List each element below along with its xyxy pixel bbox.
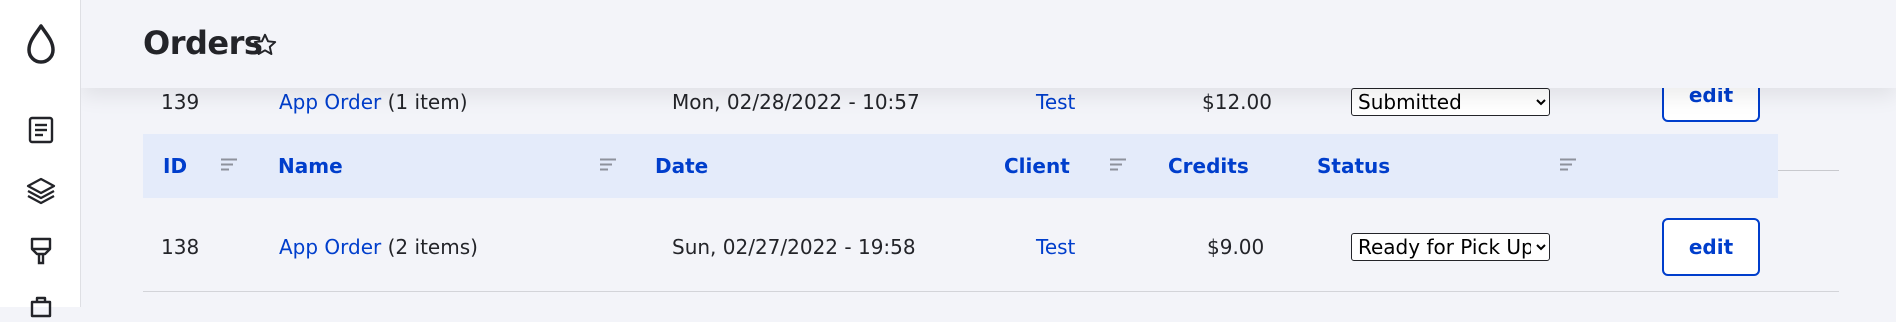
- edit-button[interactable]: edit: [1662, 217, 1760, 276]
- order-credits: $9.00: [1207, 234, 1265, 259]
- table-header: ID Name Date Client Credits Status: [143, 134, 1778, 198]
- column-header-status[interactable]: Status: [1317, 154, 1390, 178]
- sort-icon[interactable]: [1109, 157, 1127, 176]
- column-header-date[interactable]: Date: [655, 154, 708, 178]
- client-link[interactable]: Test: [1036, 235, 1075, 259]
- status-select[interactable]: Submitted: [1351, 88, 1550, 116]
- order-name: App Order (1 item): [279, 90, 468, 114]
- column-header-id[interactable]: ID: [163, 154, 187, 178]
- column-header-client[interactable]: Client: [1004, 154, 1070, 178]
- order-link[interactable]: App Order: [279, 90, 381, 114]
- order-item-count: (1 item): [381, 90, 468, 114]
- extend-icon[interactable]: [25, 292, 57, 322]
- column-header-credits[interactable]: Credits: [1168, 154, 1249, 178]
- structure-icon[interactable]: [24, 174, 58, 208]
- order-date: Mon, 02/28/2022 - 10:57: [672, 90, 920, 114]
- sort-icon[interactable]: [1559, 157, 1577, 176]
- page-header: Orders: [81, 0, 1896, 88]
- sort-icon[interactable]: [220, 157, 238, 176]
- order-id: 138: [161, 234, 200, 259]
- client-link[interactable]: Test: [1036, 90, 1075, 114]
- sort-icon[interactable]: [599, 157, 617, 176]
- drupal-drop-icon[interactable]: [21, 20, 61, 70]
- status-select[interactable]: Ready for Pick Up: [1351, 232, 1550, 261]
- order-date: Sun, 02/27/2022 - 19:58: [672, 234, 916, 259]
- table-row: 138 App Order (2 items) Sun, 02/27/2022 …: [143, 202, 1839, 292]
- divider: [1778, 170, 1839, 171]
- admin-toolbar: [0, 0, 81, 318]
- order-id: 139: [161, 90, 200, 114]
- order-item-count: (2 items): [381, 234, 478, 259]
- content-icon[interactable]: [25, 114, 57, 146]
- page-title: Orders: [143, 24, 263, 62]
- star-icon[interactable]: [252, 32, 278, 62]
- order-name: App Order (2 items): [279, 235, 478, 259]
- column-header-name[interactable]: Name: [278, 154, 343, 178]
- order-link[interactable]: App Order: [279, 235, 381, 259]
- order-credits: $12.00: [1202, 90, 1272, 114]
- appearance-icon[interactable]: [25, 234, 57, 268]
- main-content: 139 App Order (1 item) Mon, 02/28/2022 -…: [81, 0, 1896, 307]
